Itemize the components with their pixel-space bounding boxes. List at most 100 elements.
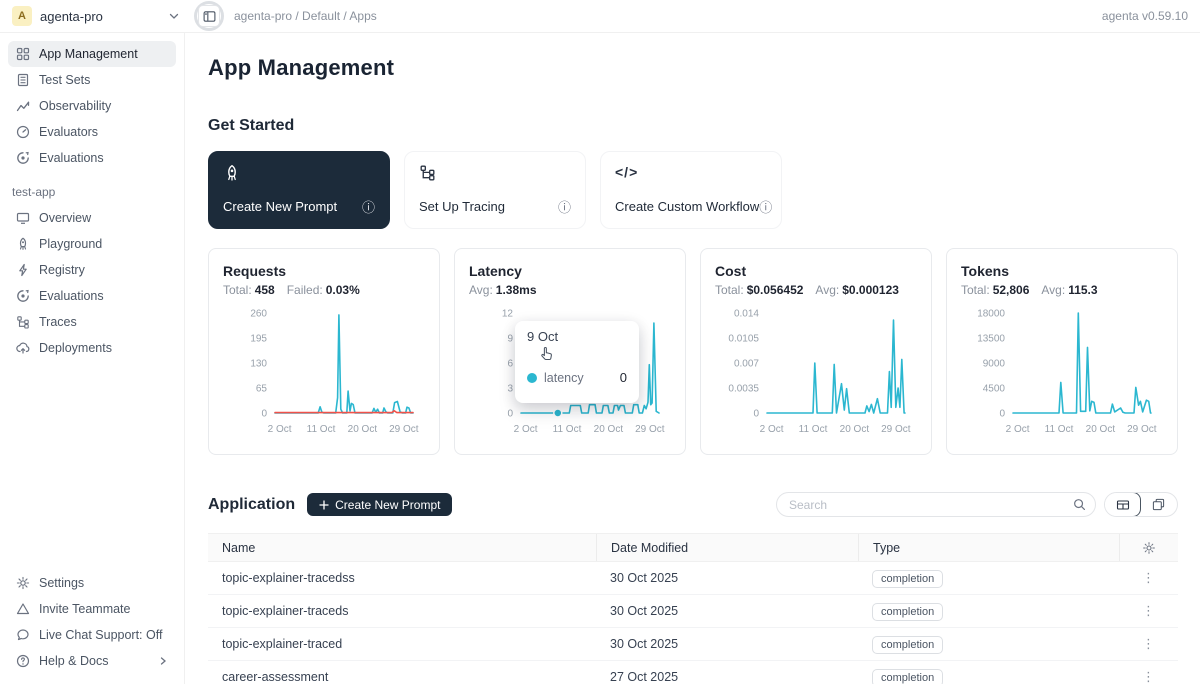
app-date-modified: 30 Oct 2025 [596,637,858,651]
svg-text:65: 65 [256,384,268,395]
sidebar-item-traces[interactable]: Traces [8,309,176,335]
svg-text:9000: 9000 [983,359,1006,370]
card-view-icon [1152,498,1165,511]
table-header-row: Name Date Modified Type [208,533,1178,562]
sidebar-item-live-chat[interactable]: Live Chat Support: Off [8,622,176,648]
monitor-icon [16,211,30,225]
column-header-date-modified[interactable]: Date Modified [596,534,858,561]
get-started-heading: Get Started [208,117,1178,135]
requests-chart-card: Requests Total:458 Failed:0.03% 06513019… [208,248,440,455]
sidebar-item-overview[interactable]: Overview [8,205,176,231]
cursor-pointer-icon [539,345,556,362]
metrics-charts: Requests Total:458 Failed:0.03% 06513019… [208,248,1178,455]
type-badge: completion [872,636,943,654]
table-view-button[interactable] [1104,492,1141,517]
chart-stats: Total:52,806 Avg:115.3 [961,283,1163,297]
set-up-tracing-card[interactable]: Set Up Tracing ⓘ [404,151,586,229]
row-more-menu[interactable]: ⋮ [1142,669,1155,684]
svg-text:11 Oct: 11 Oct [1045,424,1074,435]
column-header-name[interactable]: Name [208,541,596,555]
breadcrumb[interactable]: agenta-pro / Default / Apps [234,9,377,23]
column-header-actions [1119,534,1178,561]
workspace-selector[interactable]: A agenta-pro [12,6,180,26]
svg-text:29 Oct: 29 Oct [635,424,665,435]
main-content: App Management Get Started Create New Pr… [185,33,1200,684]
sidebar-item-invite-teammate[interactable]: Invite Teammate [8,596,176,622]
app-type: completion [858,670,1119,684]
rocket-icon [223,164,241,182]
table-tools [776,492,1178,517]
gear-icon [16,576,30,590]
chart-title: Cost [715,263,917,279]
info-icon[interactable]: ⓘ [759,197,772,216]
app-version: agenta v0.59.10 [1102,9,1188,23]
sidebar-toggle-button[interactable] [198,5,220,27]
table-row[interactable]: topic-explainer-traced 30 Oct 2025 compl… [208,628,1178,661]
app-name: topic-explainer-traced [208,637,596,651]
search-input[interactable] [789,498,1073,512]
svg-text:0: 0 [999,409,1005,420]
app-date-modified: 27 Oct 2025 [596,670,858,684]
table-row[interactable]: career-assessment 27 Oct 2025 completion… [208,661,1178,684]
row-more-menu[interactable]: ⋮ [1142,603,1155,619]
app-type: completion [858,637,1119,651]
test-sets-icon [16,73,30,87]
row-more-menu[interactable]: ⋮ [1142,570,1155,586]
svg-text:0.007: 0.007 [734,359,759,370]
app-date-modified: 30 Oct 2025 [596,604,858,618]
tracing-tree-icon [419,164,436,181]
info-icon[interactable]: ⓘ [558,197,571,216]
table-row[interactable]: topic-explainer-traceds 30 Oct 2025 comp… [208,595,1178,628]
sidebar-item-evaluations[interactable]: Evaluations [8,145,176,171]
search-box[interactable] [776,492,1096,517]
svg-text:2 Oct: 2 Oct [268,424,292,435]
traces-tree-icon [16,315,30,329]
app-type: completion [858,571,1119,585]
table-settings-gear-icon[interactable] [1142,541,1156,555]
latency-chart-card: Latency Avg:1.38ms 0369122 Oct11 Oct20 O… [454,248,686,455]
cloud-upload-icon [16,341,30,355]
app-name: topic-explainer-tracedss [208,571,596,585]
column-header-type[interactable]: Type [858,534,1119,561]
svg-text:2 Oct: 2 Oct [760,424,784,435]
create-new-prompt-card[interactable]: Create New Prompt ⓘ [208,151,390,229]
sidebar-item-test-sets[interactable]: Test Sets [8,67,176,93]
svg-text:11 Oct: 11 Oct [799,424,828,435]
svg-text:20 Oct: 20 Oct [1086,424,1116,435]
create-new-prompt-button[interactable]: Create New Prompt [307,493,452,516]
sidebar: App Management Test Sets Observability E… [0,33,185,684]
app-name: topic-explainer-traceds [208,604,596,618]
sidebar-item-help-docs[interactable]: Help & Docs [8,648,176,674]
table-row[interactable]: topic-explainer-tracedss 30 Oct 2025 com… [208,562,1178,595]
view-toggle [1104,492,1178,517]
info-icon[interactable]: ⓘ [362,197,375,216]
series-dot [527,373,537,383]
sidebar-item-app-management[interactable]: App Management [8,41,176,67]
sidebar-item-registry[interactable]: Registry [8,257,176,283]
sidebar-item-label: Evaluations [39,151,104,165]
sidebar-item-evaluators[interactable]: Evaluators [8,119,176,145]
card-view-button[interactable] [1140,493,1177,516]
row-more-menu[interactable]: ⋮ [1142,636,1155,652]
search-icon[interactable] [1073,498,1086,511]
type-badge: completion [872,603,943,621]
sidebar-item-label: Playground [39,237,102,251]
svg-text:6: 6 [507,359,513,370]
sidebar-item-label: Settings [39,576,84,590]
lightning-icon [16,263,30,277]
sidebar-item-playground[interactable]: Playground [8,231,176,257]
sidebar-item-deployments[interactable]: Deployments [8,335,176,361]
card-label: Create Custom Workflow [615,199,759,214]
sidebar-item-observability[interactable]: Observability [8,93,176,119]
sidebar-item-label: Test Sets [39,73,90,87]
tokens-line-chart: 04500900013500180002 Oct11 Oct20 Oct29 O… [963,303,1163,437]
create-custom-workflow-card[interactable]: </> Create Custom Workflow ⓘ [600,151,782,229]
sidebar-item-label: Registry [39,263,85,277]
gauge-icon [16,125,30,139]
sidebar-item-evaluations-project[interactable]: Evaluations [8,283,176,309]
sidebar-item-settings[interactable]: Settings [8,570,176,596]
svg-text:0: 0 [753,409,759,420]
sidebar-item-label: Live Chat Support: Off [39,628,162,642]
tooltip-value: 0 [620,370,627,385]
svg-text:29 Oct: 29 Oct [389,424,419,435]
